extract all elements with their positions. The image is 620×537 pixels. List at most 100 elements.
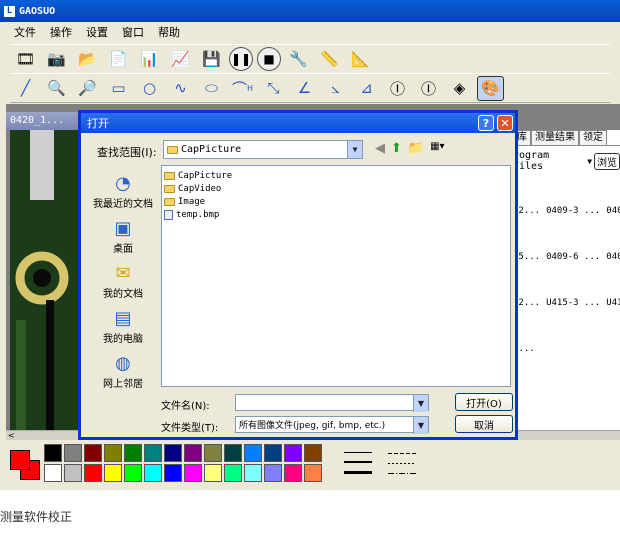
thumbnail-label[interactable]: U415-3 ... [546, 298, 600, 308]
circle-icon[interactable]: ○ [136, 76, 163, 101]
lookin-dropdown[interactable]: CapPicture ▼ [163, 140, 363, 159]
thumbnail-label[interactable]: 0409_1 [606, 252, 620, 262]
menu-help[interactable]: 帮助 [158, 24, 180, 40]
chevron-down-icon[interactable]: ▼ [413, 395, 428, 412]
place-desktop[interactable]: ▣ 桌面 [87, 210, 159, 256]
color-swatch[interactable] [284, 444, 302, 462]
current-color[interactable] [10, 450, 40, 480]
scroll-left-icon[interactable]: < [8, 431, 15, 440]
circle-i-icon[interactable]: Ⓘ [384, 76, 411, 101]
color-swatch[interactable] [44, 464, 62, 482]
cancel-button[interactable]: 取消 [455, 415, 513, 433]
color-swatch[interactable] [164, 444, 182, 462]
list-item[interactable]: temp.bmp [164, 208, 508, 221]
tab-calibration[interactable]: 领定 [579, 130, 607, 145]
color-swatch[interactable] [204, 464, 222, 482]
magnifier-rotate-icon[interactable]: 🔎 [74, 76, 101, 101]
new-folder-icon[interactable]: 📁 [408, 141, 424, 156]
chevron-down-icon[interactable]: ▼ [587, 157, 592, 166]
color-swatch[interactable] [64, 464, 82, 482]
thumbnail-label[interactable]: 0409-6 ... [546, 252, 600, 262]
view-menu-icon[interactable]: ▦▾ [430, 141, 444, 156]
magnifier-icon[interactable]: 🔍 [43, 76, 70, 101]
line-width-options[interactable] [342, 446, 374, 480]
back-icon[interactable]: ◀ [375, 141, 385, 156]
stop-icon[interactable]: ■ [257, 47, 281, 71]
ruler-vertical-icon[interactable]: 📏 [316, 47, 343, 72]
box-i-icon[interactable]: Ⓘ [415, 76, 442, 101]
color-swatch[interactable] [184, 464, 202, 482]
palette-icon[interactable]: 🎨 [477, 75, 504, 101]
camera-image-view[interactable] [10, 130, 80, 430]
filename-field[interactable]: ▼ [235, 394, 429, 412]
film-icon[interactable]: 🎞 [12, 47, 39, 72]
document-icon[interactable]: 📄 [105, 47, 132, 72]
color-swatch[interactable] [84, 464, 102, 482]
diamond-i-icon[interactable]: ◈ [446, 76, 473, 101]
color-swatch[interactable] [84, 444, 102, 462]
image-window-title[interactable]: 0420_1... [6, 112, 86, 130]
arc-icon[interactable]: ⌒ H [229, 76, 256, 101]
menu-operate[interactable]: 操作 [50, 24, 72, 40]
line-icon[interactable]: ╱ [12, 76, 39, 101]
angle-2-icon[interactable]: ⦣ [322, 76, 349, 101]
color-swatch[interactable] [124, 444, 142, 462]
color-swatch[interactable] [284, 464, 302, 482]
rectangle-icon[interactable]: ▭ [105, 76, 132, 101]
place-network[interactable]: ◍ 网上邻居 [87, 345, 159, 391]
color-swatch[interactable] [264, 464, 282, 482]
open-folder-icon[interactable]: 📂 [74, 47, 101, 72]
tab-measure-results[interactable]: 测量结果 [531, 130, 579, 145]
place-recent[interactable]: ◔ 我最近的文档 [87, 165, 159, 211]
color-swatch[interactable] [244, 444, 262, 462]
color-swatch[interactable] [264, 444, 282, 462]
file-list[interactable]: CapPicture CapVideo Image temp.bmp [161, 165, 511, 387]
graph-icon[interactable]: 📈 [167, 47, 194, 72]
place-my-documents[interactable]: ✉ 我的文档 [87, 255, 159, 301]
place-my-computer[interactable]: ▤ 我的电脑 [87, 300, 159, 346]
color-swatch[interactable] [144, 464, 162, 482]
color-swatch[interactable] [104, 464, 122, 482]
thumbnail-label[interactable]: U415_1 [606, 298, 620, 308]
settings-wrench-icon[interactable]: 🔧 [285, 47, 312, 72]
path-value[interactable]: rogram Files [513, 150, 585, 172]
measure-line-icon[interactable]: ⤡ [260, 76, 287, 101]
list-item[interactable]: Image [164, 195, 508, 208]
camera-icon[interactable]: 📷 [43, 47, 70, 72]
color-swatch[interactable] [164, 464, 182, 482]
pause-icon[interactable]: ❚❚ [229, 47, 253, 71]
help-button[interactable]: ? [478, 115, 494, 131]
close-button[interactable]: ✕ [497, 115, 513, 131]
up-folder-icon[interactable]: ⬆ [391, 141, 402, 156]
color-swatch[interactable] [144, 444, 162, 462]
color-swatch[interactable] [64, 444, 82, 462]
color-swatch[interactable] [104, 444, 122, 462]
list-item[interactable]: CapVideo [164, 182, 508, 195]
color-swatch[interactable] [224, 464, 242, 482]
angle-icon[interactable]: ∠ [291, 76, 318, 101]
color-swatch[interactable] [204, 444, 222, 462]
menu-file[interactable]: 文件 [14, 24, 36, 40]
color-swatch[interactable] [44, 444, 62, 462]
spreadsheet-icon[interactable]: 📊 [136, 47, 163, 72]
list-item[interactable]: CapPicture [164, 169, 508, 182]
chevron-down-icon[interactable]: ▼ [413, 417, 428, 434]
line-dash-options[interactable] [386, 446, 418, 480]
color-swatch[interactable] [184, 444, 202, 462]
filetype-dropdown[interactable]: 所有图像文件(jpeg, gif, bmp, etc.) ▼ [235, 416, 429, 434]
save-icon[interactable]: 💾 [198, 47, 225, 72]
ellipse-icon[interactable]: ⬭ [198, 76, 225, 101]
open-button[interactable]: 打开(O) [455, 393, 513, 411]
thumbnail-label[interactable]: 0409-3 ... [546, 206, 600, 216]
foreground-color-swatch[interactable] [10, 450, 30, 470]
chevron-down-icon[interactable]: ▼ [347, 141, 362, 158]
thumbnail-label[interactable]: 0403-4 [606, 206, 620, 216]
color-swatch[interactable] [244, 464, 262, 482]
menu-window[interactable]: 窗口 [122, 24, 144, 40]
color-swatch[interactable] [224, 444, 242, 462]
ruler-horizontal-icon[interactable]: 📐 [347, 47, 374, 72]
color-swatch[interactable] [124, 464, 142, 482]
color-swatch[interactable] [304, 444, 322, 462]
browse-button[interactable]: 浏览 [594, 152, 620, 170]
menu-settings[interactable]: 设置 [86, 24, 108, 40]
